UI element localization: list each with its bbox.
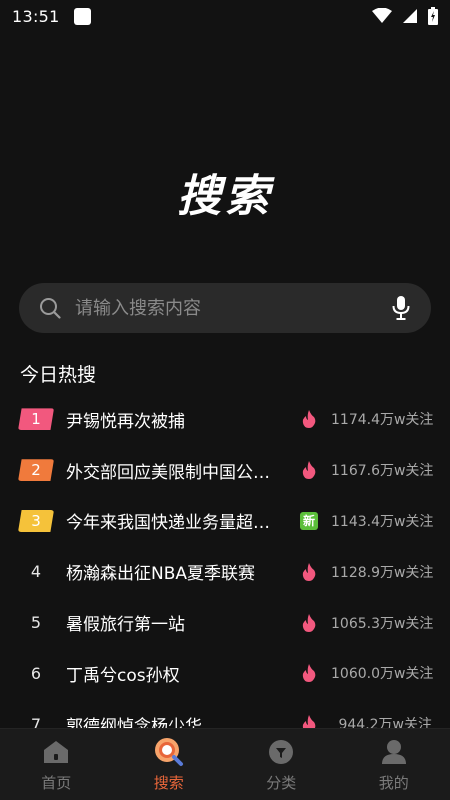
rank-number: 4	[30, 562, 42, 582]
flame-icon	[299, 460, 319, 480]
hot-search-item[interactable]: 3 今年来我国快递业务量超… 新 1143.4万w关注	[0, 496, 450, 547]
new-badge-wrap: 新	[299, 511, 319, 531]
microphone-icon[interactable]	[389, 295, 413, 321]
search-icon	[39, 297, 61, 319]
follow-count: 1060.0万w关注	[331, 666, 434, 683]
new-badge: 新	[300, 511, 318, 530]
flame-icon	[299, 409, 319, 429]
battery-icon	[428, 7, 438, 25]
rank-badge: 1	[18, 408, 54, 431]
hot-search-item[interactable]: 2 外交部回应美限制中国公… 1167.6万w关注	[0, 445, 450, 496]
search-nav-icon	[154, 737, 184, 767]
notification-icon	[73, 7, 91, 25]
hot-search-title: 尹锡悦再次被捕	[66, 411, 185, 432]
flame-icon	[299, 562, 319, 582]
rank-number: 6	[30, 663, 42, 683]
nav-item-profile[interactable]: 我的	[338, 729, 450, 800]
nav-item-search[interactable]: 搜索	[113, 729, 226, 800]
hot-search-title: 外交部回应美限制中国公…	[66, 462, 270, 483]
bottom-navigation: 首页 搜索 分类 我的	[0, 728, 450, 800]
flame-icon	[299, 663, 319, 683]
status-bar: 13:51	[0, 0, 450, 32]
nav-label: 分类	[266, 774, 297, 792]
category-icon	[266, 737, 296, 767]
nav-item-category[interactable]: 分类	[225, 729, 338, 800]
follow-count: 1065.3万w关注	[331, 615, 434, 632]
hot-search-title: 杨瀚森出征NBA夏季联赛	[66, 564, 256, 585]
flame-icon	[299, 613, 319, 633]
rank-badge: 3	[18, 509, 54, 532]
follow-count: 1174.4万w关注	[331, 412, 434, 429]
follow-count: 1167.6万w关注	[331, 463, 434, 480]
follow-count: 1128.9万w关注	[331, 564, 434, 581]
hot-search-title: 丁禹兮cos孙权	[66, 665, 180, 686]
search-bar[interactable]	[19, 283, 431, 333]
nav-label: 首页	[41, 774, 72, 792]
nav-label: 搜索	[153, 774, 184, 792]
search-input[interactable]	[75, 297, 389, 319]
hot-search-title: 今年来我国快递业务量超…	[66, 513, 270, 534]
page-title: 搜索	[177, 171, 273, 222]
search-screen: 13:51 搜索 请输入搜索内容 今日热搜 1 尹锡悦再次被捕 1174.4万w…	[0, 0, 450, 800]
hot-search-heading: 今日热搜	[20, 364, 97, 386]
status-time: 13:51	[12, 6, 60, 26]
profile-icon	[379, 737, 409, 767]
follow-count: 1143.4万w关注	[331, 513, 434, 530]
wifi-icon	[372, 8, 392, 23]
home-icon	[41, 737, 71, 767]
rank-badge: 2	[18, 459, 54, 482]
rank-number: 5	[30, 613, 42, 633]
hot-search-item[interactable]: 1 尹锡悦再次被捕 1174.4万w关注	[0, 394, 450, 445]
status-indicators	[372, 7, 438, 25]
hot-search-title: 暑假旅行第一站	[66, 615, 185, 636]
nav-label: 我的	[378, 774, 409, 792]
hot-search-item[interactable]: 5 暑假旅行第一站 1065.3万w关注	[0, 597, 450, 648]
signal-icon	[403, 9, 417, 23]
nav-item-home[interactable]: 首页	[0, 729, 113, 800]
hot-search-item[interactable]: 4 杨瀚森出征NBA夏季联赛 1128.9万w关注	[0, 546, 450, 597]
hot-search-list: 1 尹锡悦再次被捕 1174.4万w关注 2 外交部回应美限制中国公… 1167…	[0, 394, 450, 750]
hot-search-item[interactable]: 6 丁禹兮cos孙权 1060.0万w关注	[0, 648, 450, 699]
